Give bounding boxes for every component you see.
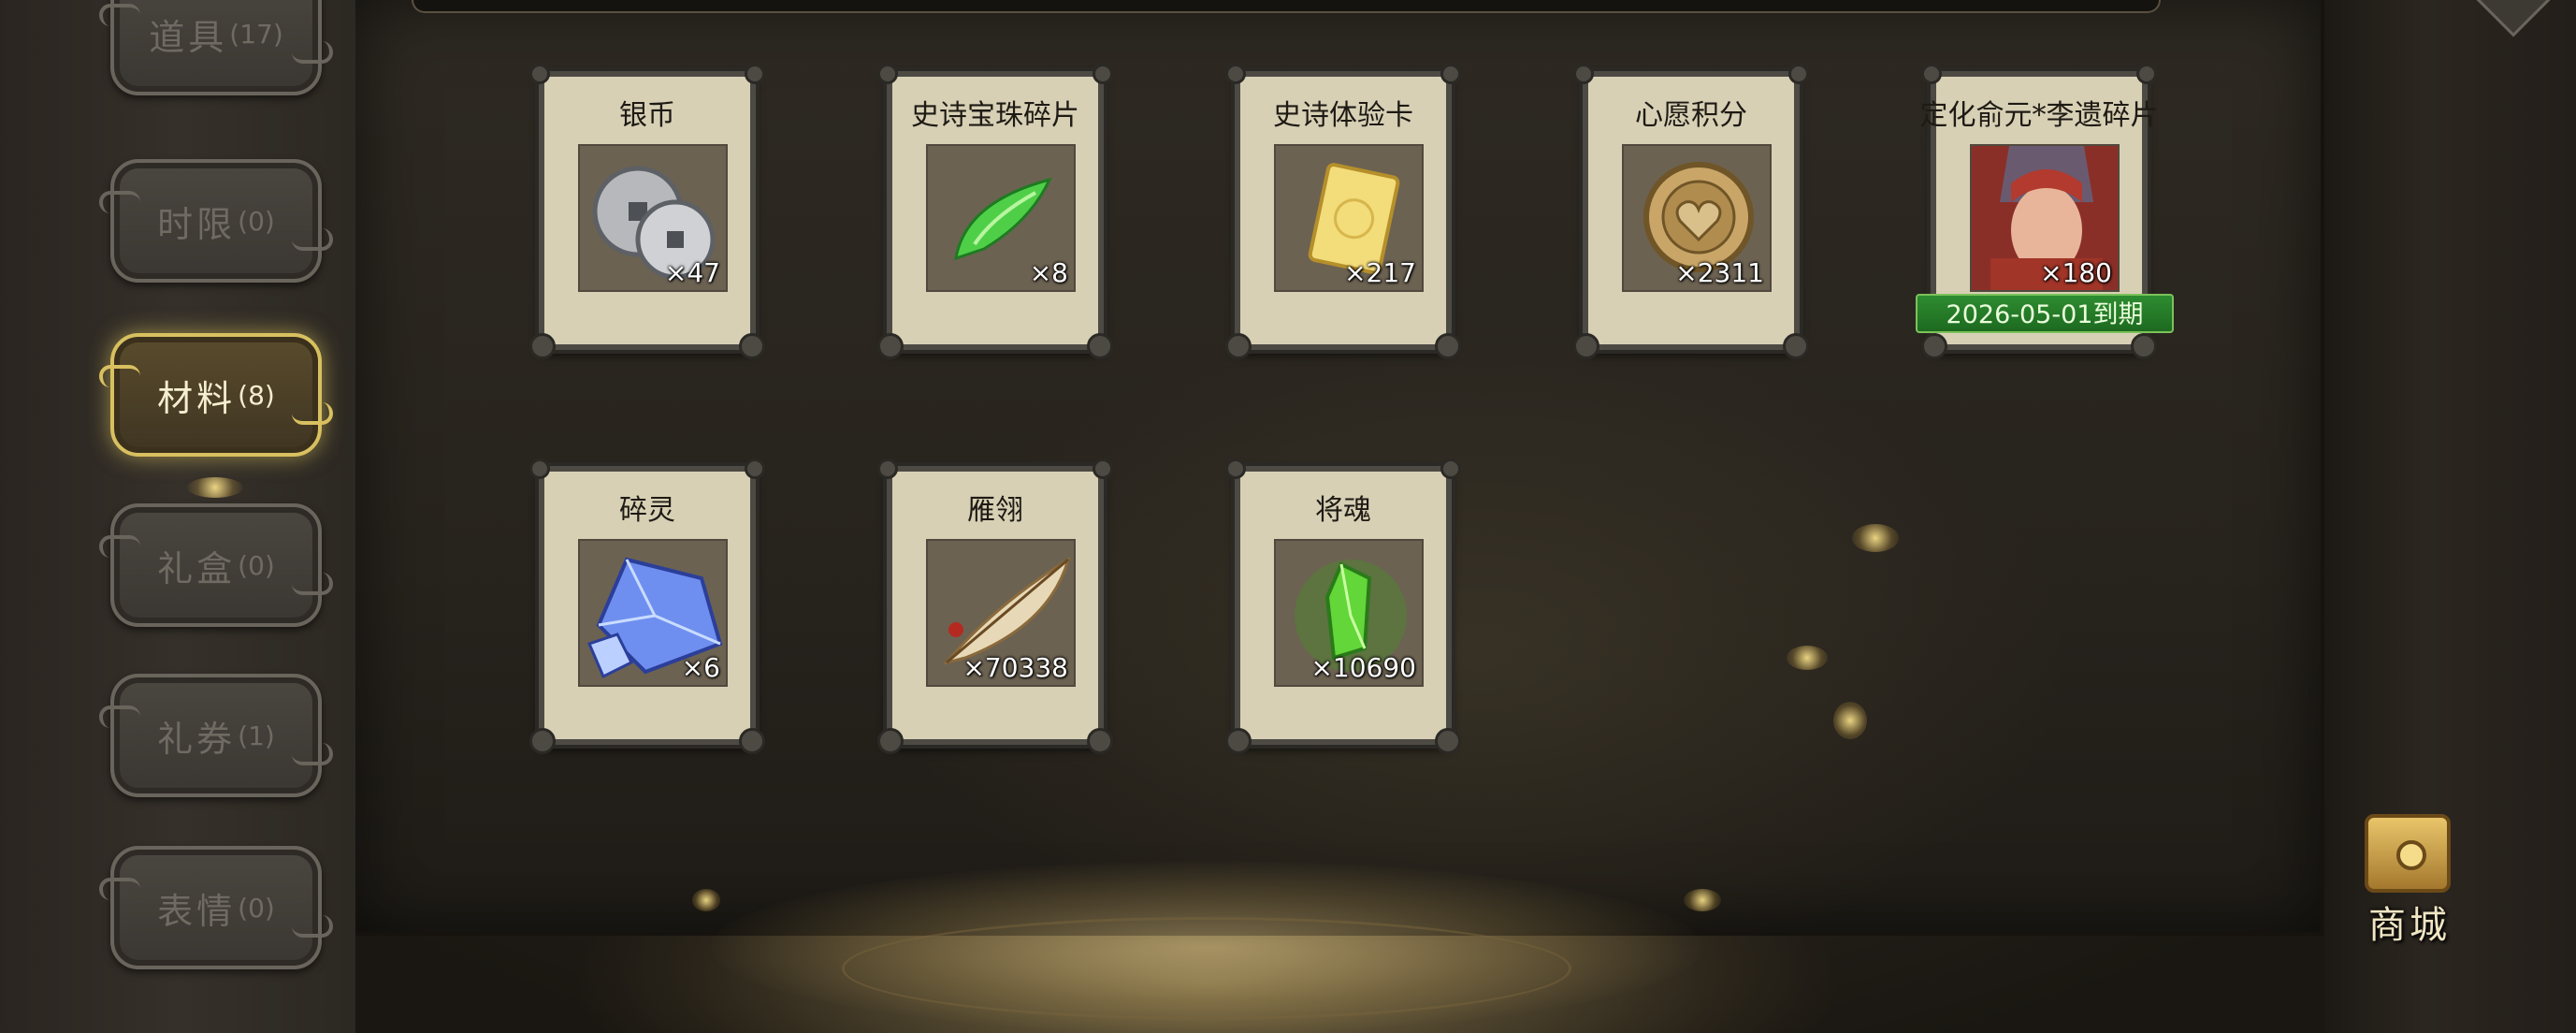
top-frame-strip xyxy=(412,0,2161,13)
tab-label: 礼盒 xyxy=(157,547,237,589)
gold-card-icon: ×217 xyxy=(1274,144,1424,292)
tab-label: 表情 xyxy=(157,890,237,932)
light-spark xyxy=(692,889,720,911)
light-spark xyxy=(1787,646,1828,670)
item-count: ×8 xyxy=(1029,257,1068,288)
item-card-epic-orb-shard[interactable]: 史诗宝珠碎片 ×8 xyxy=(877,64,1113,359)
item-name: 史诗宝珠碎片 xyxy=(911,99,1079,132)
item-card-epic-trial-card[interactable]: 史诗体验卡 ×217 xyxy=(1225,64,1461,359)
item-card-goose-feather[interactable]: 雁翎 ×70338 xyxy=(877,458,1113,754)
tab-vouchers[interactable]: 礼券 (1) xyxy=(99,674,333,797)
tab-timed[interactable]: 时限 (0) xyxy=(99,159,333,283)
light-spark xyxy=(1684,889,1721,911)
item-name: 将魂 xyxy=(1315,494,1371,527)
hero-portrait-icon: ×180 xyxy=(1970,144,2120,292)
tab-count: (0) xyxy=(238,549,275,581)
feather-icon: ×70338 xyxy=(926,539,1076,687)
green-jade-shard-icon: ×8 xyxy=(926,144,1076,292)
tab-items[interactable]: 道具 (17) xyxy=(99,0,333,95)
treasure-chest-icon xyxy=(2365,814,2451,893)
tab-label: 材料 xyxy=(157,377,237,419)
tab-label: 礼券 xyxy=(157,718,237,760)
expiry-badge: 2026-05-01到期 xyxy=(1916,294,2174,333)
item-name: 雁翎 xyxy=(967,494,1023,527)
silver-coin-icon: ×47 xyxy=(578,144,728,292)
shop-label: 商城 xyxy=(2368,904,2451,947)
item-name: 定化俞元*李遗碎片 xyxy=(1919,99,2159,132)
light-spark xyxy=(1833,702,1867,739)
item-count: ×2311 xyxy=(1675,257,1764,288)
tab-count: (0) xyxy=(238,205,275,237)
heart-coin-icon: ×2311 xyxy=(1622,144,1772,292)
light-spark xyxy=(187,477,243,498)
item-name: 心愿积分 xyxy=(1635,99,1747,132)
item-count: ×70338 xyxy=(962,652,1068,683)
shop-button[interactable]: 商城 xyxy=(2337,814,2477,954)
item-count: ×180 xyxy=(2040,257,2112,288)
item-count: ×217 xyxy=(1344,257,1416,288)
light-spark xyxy=(1852,524,1899,552)
tab-gift-boxes[interactable]: 礼盒 (0) xyxy=(99,503,333,627)
item-count: ×6 xyxy=(681,652,720,683)
green-soul-crystal-icon: ×10690 xyxy=(1274,539,1424,687)
item-card-wish-points[interactable]: 心愿积分 ×2311 xyxy=(1573,64,1809,359)
floor-rune-ring xyxy=(842,917,1571,1020)
item-card-spirit-shard[interactable]: 碎灵 ×6 xyxy=(529,458,765,754)
blue-crystal-icon: ×6 xyxy=(578,539,728,687)
tab-materials[interactable]: 材料 (8) xyxy=(99,333,333,457)
item-name: 史诗体验卡 xyxy=(1273,99,1413,132)
item-card-hero-shard[interactable]: 定化俞元*李遗碎片 ×180 2026-05-01到期 xyxy=(1916,64,2174,359)
tab-count: (8) xyxy=(238,379,275,411)
item-count: ×47 xyxy=(664,257,720,288)
tab-emotes[interactable]: 表情 (0) xyxy=(99,846,333,969)
tab-label: 道具 xyxy=(149,16,228,58)
tab-label: 时限 xyxy=(157,203,237,245)
item-name: 银币 xyxy=(619,99,675,132)
item-name: 碎灵 xyxy=(619,494,675,527)
item-card-silver-coin[interactable]: 银币 ×47 xyxy=(529,64,765,359)
item-card-general-soul[interactable]: 将魂 ×10690 xyxy=(1225,458,1461,754)
item-count: ×10690 xyxy=(1310,652,1416,683)
tab-count: (17) xyxy=(229,18,283,50)
tab-count: (0) xyxy=(238,892,275,924)
tab-count: (1) xyxy=(238,720,275,751)
